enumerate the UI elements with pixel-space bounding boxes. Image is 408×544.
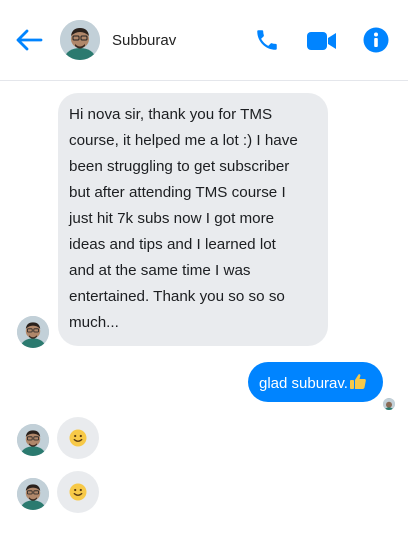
smiley-icon bbox=[69, 483, 87, 501]
video-camera-icon[interactable] bbox=[306, 30, 338, 52]
back-arrow-icon[interactable] bbox=[14, 26, 44, 54]
avatar bbox=[17, 424, 49, 456]
outgoing-message-text: glad suburav. bbox=[259, 375, 348, 392]
thumbs-up-icon bbox=[349, 374, 366, 389]
seen-avatar bbox=[383, 398, 395, 410]
contact-name[interactable]: Subburav bbox=[112, 32, 176, 49]
incoming-message-bubble[interactable]: Hi nova sir, thank you for TMS course, i… bbox=[58, 93, 328, 346]
avatar bbox=[17, 316, 49, 348]
smiley-icon bbox=[69, 429, 87, 447]
emoji-message-bubble[interactable] bbox=[57, 417, 99, 459]
avatar[interactable] bbox=[60, 20, 100, 60]
phone-icon[interactable] bbox=[254, 26, 280, 54]
emoji-message-bubble[interactable] bbox=[57, 471, 99, 513]
chat-header: Subburav bbox=[0, 0, 408, 81]
avatar bbox=[17, 478, 49, 510]
outgoing-message-bubble[interactable]: glad suburav. bbox=[248, 362, 383, 402]
info-icon[interactable] bbox=[363, 27, 389, 53]
